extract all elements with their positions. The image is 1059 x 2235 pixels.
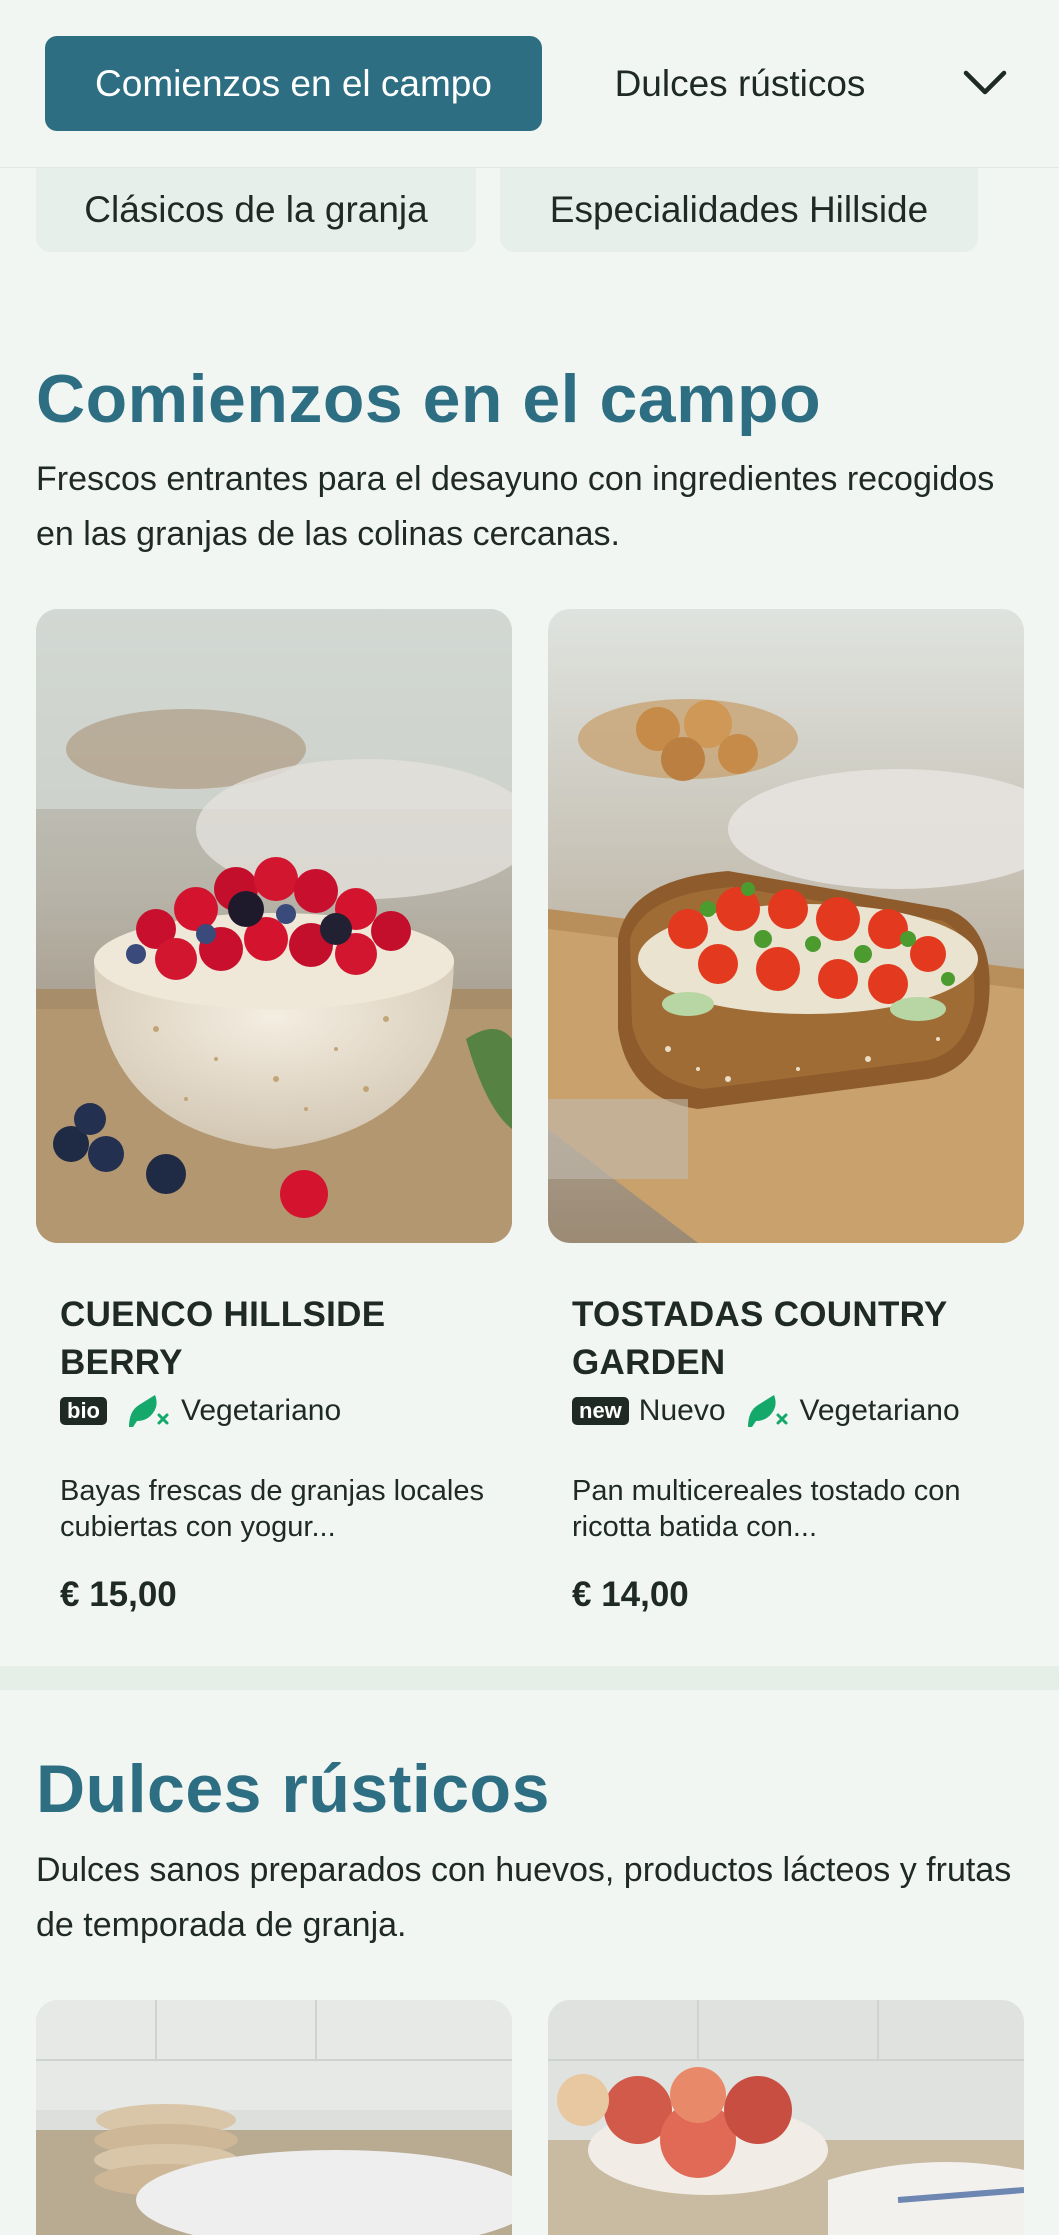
new-badge: new	[572, 1397, 629, 1425]
product-image	[548, 2000, 1024, 2235]
vegetarian-label: Vegetariano	[181, 1394, 342, 1427]
vegetarian-icon	[744, 1391, 790, 1431]
product-card[interactable]	[36, 2000, 512, 2235]
section-title: Comienzos en el campo	[36, 361, 822, 437]
toast-image	[548, 609, 1024, 1243]
product-name: CUENCO HILLSIDE BERRY	[60, 1295, 386, 1382]
berry-bowl-image	[36, 609, 512, 1243]
product-name: TOSTADAS COUNTRY GARDEN	[572, 1295, 947, 1382]
new-label: Nuevo	[638, 1394, 726, 1427]
product-description: Bayas frescas de granjas locales cubiert…	[60, 1475, 484, 1543]
section-description: Frescos entrantes para el desayuno con i…	[36, 460, 995, 553]
product-card-hillside-berry[interactable]: CUENCO HILLSIDE BERRY bio Vegetariano Ba…	[36, 609, 512, 1614]
product-card[interactable]	[548, 2000, 1024, 2235]
category-nav: Comienzos en el campo Dulces rústicos	[0, 0, 1059, 168]
tab-especialidades-hillside[interactable]: Especialidades Hillside	[500, 168, 978, 252]
product-price: € 15,00	[60, 1575, 177, 1614]
product-image	[36, 2000, 512, 2235]
product-price: € 14,00	[572, 1575, 689, 1614]
tab-dulces-rusticos[interactable]: Dulces rústicos	[575, 36, 905, 131]
chevron-down-icon[interactable]	[955, 57, 1015, 109]
tab-clasicos-de-la-granja[interactable]: Clásicos de la granja	[36, 168, 476, 252]
section-description: Dulces sanos preparados con huevos, prod…	[36, 1851, 1012, 1944]
product-tags: bio Vegetariano	[60, 1391, 341, 1431]
product-description: Pan multicereales tostado con ricotta ba…	[572, 1475, 961, 1543]
vegetarian-icon	[125, 1391, 171, 1431]
vegetarian-label: Vegetariano	[799, 1394, 960, 1427]
product-tags: new Nuevo Vegetariano	[572, 1391, 960, 1431]
product-card-country-garden[interactable]: TOSTADAS COUNTRY GARDEN new Nuevo Vegeta…	[548, 609, 1024, 1614]
section-title: Dulces rústicos	[36, 1751, 550, 1827]
tab-comienzos-en-el-campo[interactable]: Comienzos en el campo	[45, 36, 542, 131]
section-divider	[0, 1666, 1059, 1690]
bio-badge: bio	[60, 1397, 107, 1425]
